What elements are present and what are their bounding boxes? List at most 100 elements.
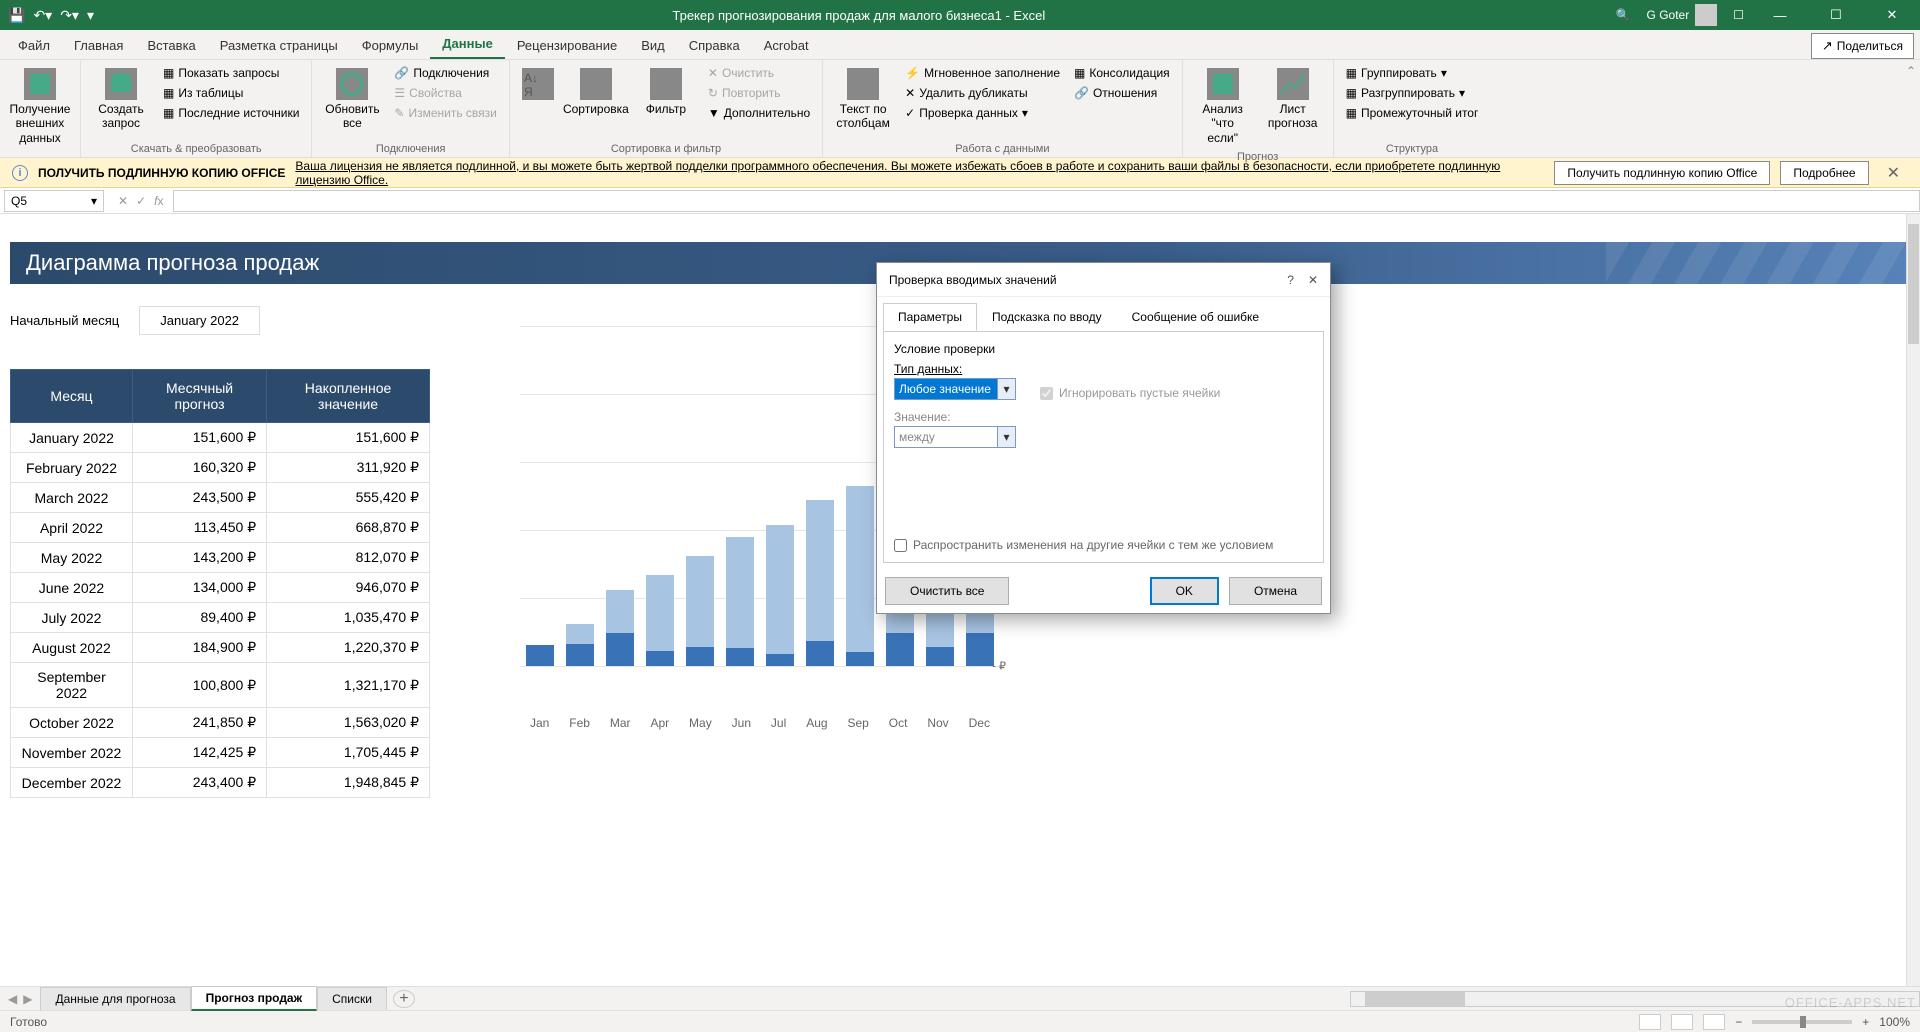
tab-acrobat[interactable]: Acrobat [752,32,821,59]
connections-button[interactable]: 🔗 Подключения [390,64,500,82]
zoom-out-button[interactable]: − [1735,1015,1742,1029]
add-sheet-button[interactable]: + [393,990,415,1008]
table-row[interactable]: September 2022100,800 ₽1,321,170 ₽ [11,663,430,708]
new-query-button[interactable]: Создать запрос [89,64,153,135]
learn-more-button[interactable]: Подробнее [1780,161,1868,185]
cancel-formula-icon[interactable]: ✕ [118,194,128,208]
tab-view[interactable]: Вид [629,32,677,59]
view-break-button[interactable] [1703,1014,1725,1030]
zoom-in-button[interactable]: + [1862,1015,1869,1029]
close-warning-icon[interactable]: ✕ [1879,163,1908,183]
forecast-sheet-button[interactable]: Лист прогноза [1261,64,1325,135]
search-icon[interactable]: 🔍 [1616,8,1631,22]
dialog-section-label: Условие проверки [894,342,1313,356]
zoom-level[interactable]: 100% [1879,1015,1910,1029]
spread-changes-checkbox[interactable]: Распространить изменения на другие ячейк… [894,538,1313,552]
tab-insert[interactable]: Вставка [135,32,207,59]
table-row[interactable]: October 2022241,850 ₽1,563,020 ₽ [11,708,430,738]
get-external-data-button[interactable]: Получение внешних данных [8,64,72,149]
ignore-blanks-checkbox[interactable]: Игнорировать пустые ячейки [1040,386,1220,400]
name-box[interactable]: Q5▾ [4,190,104,212]
dialog-tab-params[interactable]: Параметры [883,303,977,331]
tab-data[interactable]: Данные [430,30,505,59]
undo-icon[interactable]: ↶▾ [33,7,52,24]
table-row[interactable]: April 2022113,450 ₽668,870 ₽ [11,513,430,543]
close-button[interactable]: ✕ [1872,0,1912,30]
advanced-filter-button[interactable]: ▼ Дополнительно [704,104,814,122]
sheet-tab-forecast[interactable]: Прогноз продаж [191,986,318,1011]
tab-home[interactable]: Главная [62,32,135,59]
help-icon[interactable]: ? [1287,273,1294,287]
tab-page-layout[interactable]: Разметка страницы [208,32,350,59]
text-to-columns-button[interactable]: Текст по столбцам [831,64,895,135]
table-row[interactable]: May 2022143,200 ₽812,070 ₽ [11,543,430,573]
tab-nav[interactable]: ◀▶ [0,992,40,1006]
ribbon-tabs: Файл Главная Вставка Разметка страницы Ф… [0,30,1920,60]
user-account[interactable]: G Goter [1647,4,1718,26]
maximize-button[interactable]: ☐ [1816,0,1856,30]
info-icon: i [12,165,28,181]
redo-icon[interactable]: ↷▾ [60,7,79,24]
cancel-button[interactable]: Отмена [1229,577,1322,605]
warning-message[interactable]: Ваша лицензия не является подлинной, и в… [295,159,1544,187]
save-icon[interactable]: 💾 [8,7,25,24]
zoom-slider[interactable] [1752,1020,1852,1024]
what-if-button[interactable]: Анализ "что если" [1191,64,1255,149]
data-validation-button[interactable]: ✓ Проверка данных ▾ [901,104,1064,122]
refresh-all-button[interactable]: Обновить все [320,64,384,135]
group-label: Подключения [320,141,500,155]
ribbon-display-icon[interactable]: ☐ [1733,8,1744,22]
qat-more-icon[interactable]: ▾ [87,7,94,24]
dialog-tab-input[interactable]: Подсказка по вводу [977,303,1117,331]
table-row[interactable]: December 2022243,400 ₽1,948,845 ₽ [11,768,430,798]
recent-sources-button[interactable]: ▦ Последние источники [159,104,303,122]
view-layout-button[interactable] [1671,1014,1693,1030]
view-normal-button[interactable] [1639,1014,1661,1030]
table-row[interactable]: July 202289,400 ₽1,035,470 ₽ [11,603,430,633]
chevron-down-icon[interactable]: ▾ [91,194,97,208]
table-row[interactable]: June 2022134,000 ₽946,070 ₽ [11,573,430,603]
from-table-button[interactable]: ▦ Из таблицы [159,84,303,102]
table-row[interactable]: November 2022142,425 ₽1,705,445 ₽ [11,738,430,768]
group-button[interactable]: ▦ Группировать ▾ [1342,64,1483,82]
share-button[interactable]: ↗ Поделиться [1811,33,1914,59]
fx-icon[interactable]: fx [154,194,163,208]
dialog-close-icon[interactable]: ✕ [1308,273,1318,287]
relationships-button[interactable]: 🔗 Отношения [1070,84,1174,102]
table-row[interactable]: August 2022184,900 ₽1,220,370 ₽ [11,633,430,663]
get-genuine-button[interactable]: Получить подлинную копию Office [1554,161,1770,185]
remove-duplicates-button[interactable]: ✕ Удалить дубликаты [901,84,1064,102]
filter-button[interactable]: Фильтр [634,64,698,120]
clear-all-button[interactable]: Очистить все [885,577,1009,605]
vertical-scrollbar[interactable] [1906,214,1920,986]
sort-button[interactable]: Сортировка [564,64,628,120]
table-row[interactable]: February 2022160,320 ₽311,920 ₽ [11,453,430,483]
flash-fill-button[interactable]: ⚡ Мгновенное заполнение [901,64,1064,82]
type-select[interactable]: Любое значение ▾ [894,378,1016,400]
table-row[interactable]: March 2022243,500 ₽555,420 ₽ [11,483,430,513]
ok-button[interactable]: OK [1150,577,1219,605]
minimize-button[interactable]: — [1760,0,1800,30]
show-queries-button[interactable]: ▦ Показать запросы [159,64,303,82]
collapse-ribbon-icon[interactable]: ⌃ [1902,60,1920,157]
sort-az-icon: A↓Я [522,68,554,100]
sheet-tab-lists[interactable]: Списки [317,987,387,1010]
tab-formulas[interactable]: Формулы [350,32,431,59]
accept-formula-icon[interactable]: ✓ [136,194,146,208]
consolidate-button[interactable]: ▦ Консолидация [1070,64,1174,82]
ungroup-button[interactable]: ▦ Разгруппировать ▾ [1342,84,1483,102]
bar [606,590,634,666]
tab-help[interactable]: Справка [677,32,752,59]
chevron-down-icon[interactable]: ▾ [997,379,1015,399]
user-name: G Goter [1647,8,1690,22]
tab-review[interactable]: Рецензирование [505,32,629,59]
tab-file[interactable]: Файл [6,32,62,59]
group-label: Структура [1342,141,1483,155]
subtotal-button[interactable]: ▦ Промежуточный итог [1342,104,1483,122]
sheet-tab-data[interactable]: Данные для прогноза [40,987,190,1010]
start-month-value[interactable]: January 2022 [139,306,260,335]
sort-az-button[interactable]: A↓Я [518,64,558,106]
formula-input[interactable] [173,190,1920,212]
dialog-tab-error[interactable]: Сообщение об ошибке [1117,303,1274,331]
table-row[interactable]: January 2022151,600 ₽151,600 ₽ [11,423,430,453]
